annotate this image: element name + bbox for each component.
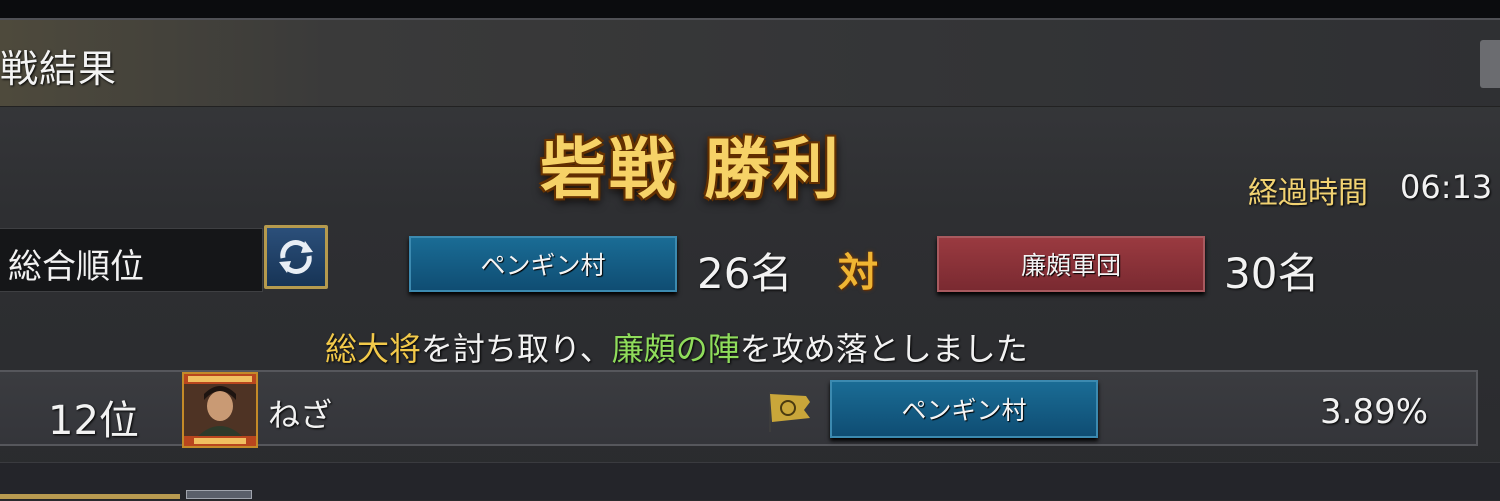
portrait-art — [184, 374, 256, 446]
row-percent: 3.89% — [1320, 392, 1429, 432]
refresh-icon — [279, 240, 313, 274]
message-text-2: を攻め落としました — [739, 330, 1028, 368]
team-left-button[interactable]: ペンギン村 — [409, 236, 677, 292]
next-row-portrait-icon — [186, 490, 252, 499]
team-right-button[interactable]: 廉頗軍団 — [937, 236, 1205, 292]
close-button[interactable] — [1480, 40, 1500, 88]
panel-title: 戦結果 — [0, 47, 118, 91]
player-portrait-icon[interactable] — [182, 372, 258, 448]
team-left-name: ペンギン村 — [480, 251, 606, 280]
player-name: ねざ — [268, 396, 333, 434]
elapsed-time-value: 06:13 — [1400, 168, 1493, 206]
row-team-button[interactable]: ペンギン村 — [830, 380, 1098, 438]
team-right-name: 廉頗軍団 — [1020, 251, 1121, 280]
ranking-selector[interactable]: 総合順位 — [0, 228, 263, 292]
elapsed-time-label: 経過時間 — [1248, 176, 1368, 211]
team-right-count: 30名 — [1224, 249, 1320, 298]
panel-header — [0, 20, 1500, 107]
battle-message: 総大将を討ち取り、廉頗の陣を攻め落としました — [325, 324, 1028, 370]
next-row-accent — [0, 494, 180, 499]
top-band — [0, 0, 1500, 20]
message-highlight-commander: 総大将 — [325, 330, 422, 368]
message-highlight-camp: 廉頗の陣 — [611, 330, 740, 368]
guild-flag-icon — [769, 392, 810, 432]
versus-label: 対 — [838, 250, 878, 296]
row-rank: 12位 — [48, 398, 139, 444]
battle-result-title: 砦戦 勝利 — [540, 131, 842, 208]
refresh-button[interactable] — [264, 225, 328, 289]
team-left-count: 26名 — [697, 249, 793, 298]
message-text-1: を討ち取り、 — [421, 330, 612, 368]
row-team-name: ペンギン村 — [901, 396, 1027, 425]
ranking-label: 総合順位 — [8, 247, 144, 287]
